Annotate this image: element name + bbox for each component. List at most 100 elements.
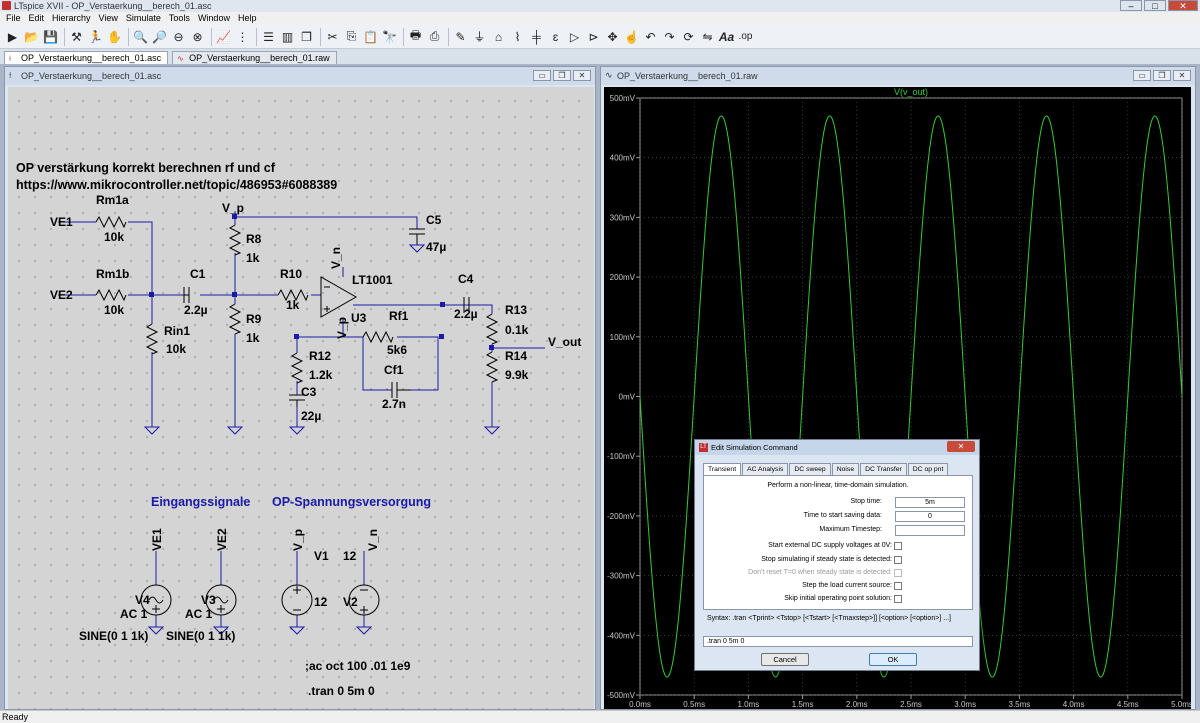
diode-icon[interactable]: ▷ [566, 28, 583, 45]
net-label-vout[interactable]: V_out [548, 335, 581, 349]
value-r9[interactable]: 1k [246, 331, 259, 345]
menu-help[interactable]: Help [234, 12, 261, 25]
stop-time-input[interactable]: 5m [895, 497, 965, 508]
print-setup-icon[interactable]: 🖶 [407, 28, 424, 45]
label-v4[interactable]: V4 [135, 593, 150, 607]
close-button[interactable]: ✕ [1173, 70, 1191, 81]
value-v4-ac[interactable]: AC 1 [120, 607, 147, 621]
value-c3[interactable]: 22µ [301, 409, 321, 423]
mirror-icon[interactable]: ⇋ [699, 28, 716, 45]
net-label-vp-source[interactable]: V_p [291, 529, 305, 551]
net-label-ve2-source[interactable]: VE2 [215, 528, 229, 551]
value-r8[interactable]: 1k [246, 251, 259, 265]
spice-directive-tran[interactable]: .tran 0 5m 0 [308, 684, 375, 698]
find-icon[interactable]: 🔭 [381, 28, 398, 45]
schematic-canvas[interactable]: OP verstärkung korrekt berechnen rf und … [8, 87, 594, 709]
ground-icon[interactable]: ⏚ [471, 28, 488, 45]
minimize-button[interactable]: ▭ [1133, 70, 1151, 81]
label-r13[interactable]: R13 [505, 303, 527, 317]
restore-button[interactable]: ❐ [553, 70, 571, 81]
value-v3-sine[interactable]: SINE(0 1 1k) [166, 629, 235, 643]
label-c1[interactable]: C1 [190, 267, 205, 281]
label-r10[interactable]: R10 [280, 267, 302, 281]
spice-directive-icon[interactable]: .op [737, 28, 754, 45]
undo-icon[interactable]: ↶ [642, 28, 659, 45]
grid-icon[interactable]: ⋮ [234, 28, 251, 45]
tab-noise[interactable]: Noise [831, 463, 860, 475]
tab-dc-transfer[interactable]: DC Transfer [860, 463, 907, 475]
value-c4[interactable]: 2.2µ [454, 307, 478, 321]
menu-tools[interactable]: Tools [165, 12, 194, 25]
value-rm1a[interactable]: 10k [104, 230, 124, 244]
tab-ac-analysis[interactable]: AC Analysis [742, 463, 789, 475]
max-timestep-input[interactable] [895, 525, 965, 536]
pan-icon[interactable]: 🔎 [151, 28, 168, 45]
label-net-icon[interactable]: ⌂ [490, 28, 507, 45]
menu-file[interactable]: File [2, 12, 25, 25]
net-label-vp-opamp[interactable]: V_p [335, 317, 349, 339]
label-r9[interactable]: R9 [246, 312, 261, 326]
component-icon[interactable]: ⊳ [585, 28, 602, 45]
autorange-icon[interactable]: 📈 [215, 28, 232, 45]
value-rin1[interactable]: 10k [166, 342, 186, 356]
spice-directive-ac[interactable]: ;ac oct 100 .01 1e9 [305, 659, 410, 673]
halt-icon[interactable]: ✋ [106, 28, 123, 45]
text-icon[interactable]: Aa [718, 28, 735, 45]
paste-icon[interactable]: 📋 [362, 28, 379, 45]
tab-schematic[interactable]: ⟊ OP_Verstaerkung__berech_01.asc [4, 51, 169, 64]
step-load-checkbox[interactable] [894, 582, 902, 590]
stop-steady-checkbox[interactable] [894, 556, 902, 564]
value-v3-ac[interactable]: AC 1 [185, 607, 212, 621]
drag-icon[interactable]: ☝ [623, 28, 640, 45]
skip-op-checkbox[interactable] [894, 595, 902, 603]
label-r14[interactable]: R14 [505, 349, 527, 363]
value-c5[interactable]: 47µ [426, 240, 446, 254]
net-label-ve2[interactable]: VE2 [50, 288, 73, 302]
value-rf1[interactable]: 5k6 [387, 343, 407, 357]
resistor-icon[interactable]: ⌇ [509, 28, 526, 45]
label-v2[interactable]: V2 [343, 595, 358, 609]
net-label-vn-opamp[interactable]: V_n [329, 247, 343, 269]
menu-simulate[interactable]: Simulate [122, 12, 165, 25]
label-u3[interactable]: U3 [351, 311, 366, 325]
run-sim-icon[interactable]: 🏃 [87, 28, 104, 45]
minimize-button[interactable]: ▭ [533, 70, 551, 81]
dialog-close-button[interactable]: ✕ [947, 441, 975, 452]
net-label-ve1-source[interactable]: VE1 [150, 528, 164, 551]
start-saving-input[interactable]: 0 [895, 511, 965, 522]
cancel-button[interactable]: Cancel [761, 653, 809, 666]
control-panel-icon[interactable]: ⚒ [68, 28, 85, 45]
label-r8[interactable]: R8 [246, 232, 261, 246]
zoom-out-icon[interactable]: ⊖ [170, 28, 187, 45]
menu-view[interactable]: View [95, 12, 122, 25]
redo-icon[interactable]: ↷ [661, 28, 678, 45]
close-button[interactable]: ✕ [1168, 0, 1198, 11]
label-v3[interactable]: V3 [201, 593, 216, 607]
cascade-icon[interactable]: ❐ [298, 28, 315, 45]
tab-dc-sweep[interactable]: DC sweep [789, 463, 831, 475]
restore-button[interactable]: ❐ [1153, 70, 1171, 81]
maximize-button[interactable]: □ [1144, 0, 1166, 11]
run-icon[interactable]: ▶ [4, 28, 21, 45]
label-rm1a[interactable]: Rm1a [96, 193, 129, 207]
capacitor-icon[interactable]: ╪ [528, 28, 545, 45]
value-r13[interactable]: 0.1k [505, 323, 528, 337]
net-label-vn-source[interactable]: V_n [366, 529, 380, 551]
value-r10[interactable]: 1k [286, 298, 299, 312]
save-icon[interactable]: 💾 [42, 28, 59, 45]
minimize-button[interactable]: – [1120, 0, 1142, 11]
cut-icon[interactable]: ✂ [324, 28, 341, 45]
net-label-ve1[interactable]: VE1 [50, 215, 73, 229]
value-cf1[interactable]: 2.7n [382, 397, 406, 411]
copy-icon[interactable]: ⎘ [343, 28, 360, 45]
menu-window[interactable]: Window [194, 12, 234, 25]
label-c3[interactable]: C3 [301, 385, 316, 399]
command-preview[interactable]: .tran 0 5m 0 [703, 636, 973, 647]
label-c4[interactable]: C4 [458, 272, 473, 286]
draw-wire-icon[interactable]: ✎ [452, 28, 469, 45]
tab-waveform[interactable]: ∿ OP_Verstaerkung__berech_01.raw [172, 51, 337, 64]
value-v4-sine[interactable]: SINE(0 1 1k) [79, 629, 148, 643]
label-rf1[interactable]: Rf1 [389, 309, 408, 323]
zoom-fit-icon[interactable]: ⊗ [189, 28, 206, 45]
tile-horizontal-icon[interactable]: ☰ [260, 28, 277, 45]
